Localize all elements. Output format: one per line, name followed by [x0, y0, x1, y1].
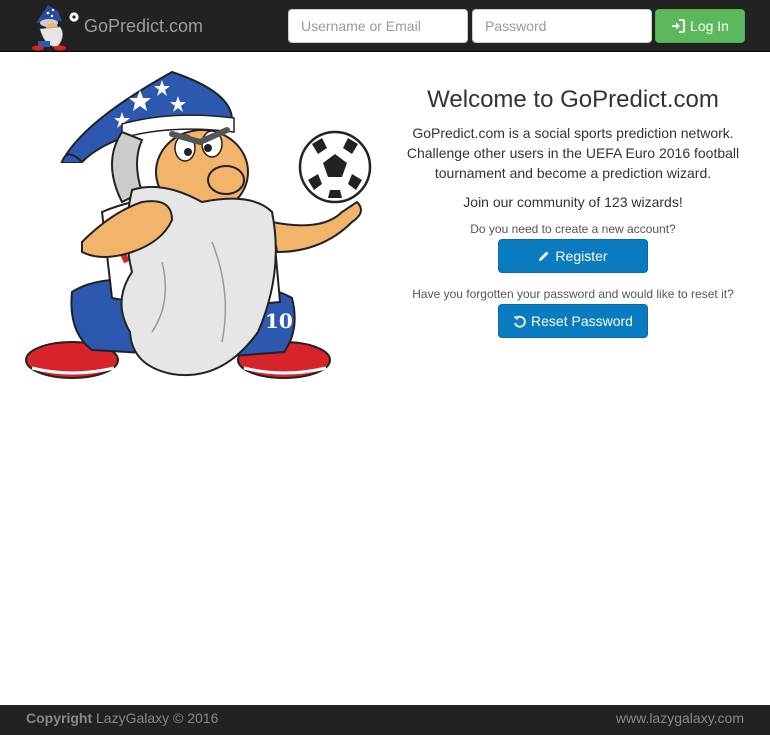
password-input[interactable]: [472, 9, 652, 43]
copyright: Copyright LazyGalaxy © 2016: [26, 710, 218, 726]
undo-icon: [513, 315, 526, 328]
login-label: Log In: [690, 18, 729, 34]
page-title: Welcome to GoPredict.com: [427, 86, 719, 113]
jersey-number: 10: [265, 309, 293, 333]
reset-password-button[interactable]: Reset Password: [498, 304, 648, 338]
community-count: Join our community of 123 wizards!: [463, 194, 683, 210]
site-link[interactable]: www.lazygalaxy.com: [616, 710, 744, 726]
login-button[interactable]: Log In: [655, 9, 745, 43]
brand-link[interactable]: GoPredict.com: [26, 2, 204, 51]
soccer-ball: [298, 130, 372, 204]
register-label: Register: [555, 248, 608, 264]
copyright-text: LazyGalaxy © 2016: [96, 710, 219, 726]
wizard-logo-icon: [32, 5, 80, 51]
brand-name: GoPredict.com: [84, 15, 204, 36]
site-description: GoPredict.com is a social sports predict…: [406, 125, 740, 181]
pencil-icon: [539, 251, 549, 261]
reset-label: Reset Password: [531, 313, 633, 329]
right-arm: [270, 200, 362, 254]
register-button[interactable]: Register: [498, 239, 648, 273]
copyright-bold: Copyright: [26, 710, 93, 726]
username-input[interactable]: [288, 9, 468, 43]
wizard-mascot-image: 10: [25, 70, 372, 379]
welcome-panel: Welcome to GoPredict.com GoPredict.com i…: [395, 86, 751, 338]
reset-prompt: Have you forgotten your password and wou…: [412, 287, 734, 301]
register-prompt: Do you need to create a new account?: [470, 222, 676, 236]
sign-in-icon: [672, 19, 685, 33]
footer: Copyright LazyGalaxy © 2016 www.lazygala…: [0, 705, 770, 735]
navbar: GoPredict.com Log In: [0, 0, 770, 52]
